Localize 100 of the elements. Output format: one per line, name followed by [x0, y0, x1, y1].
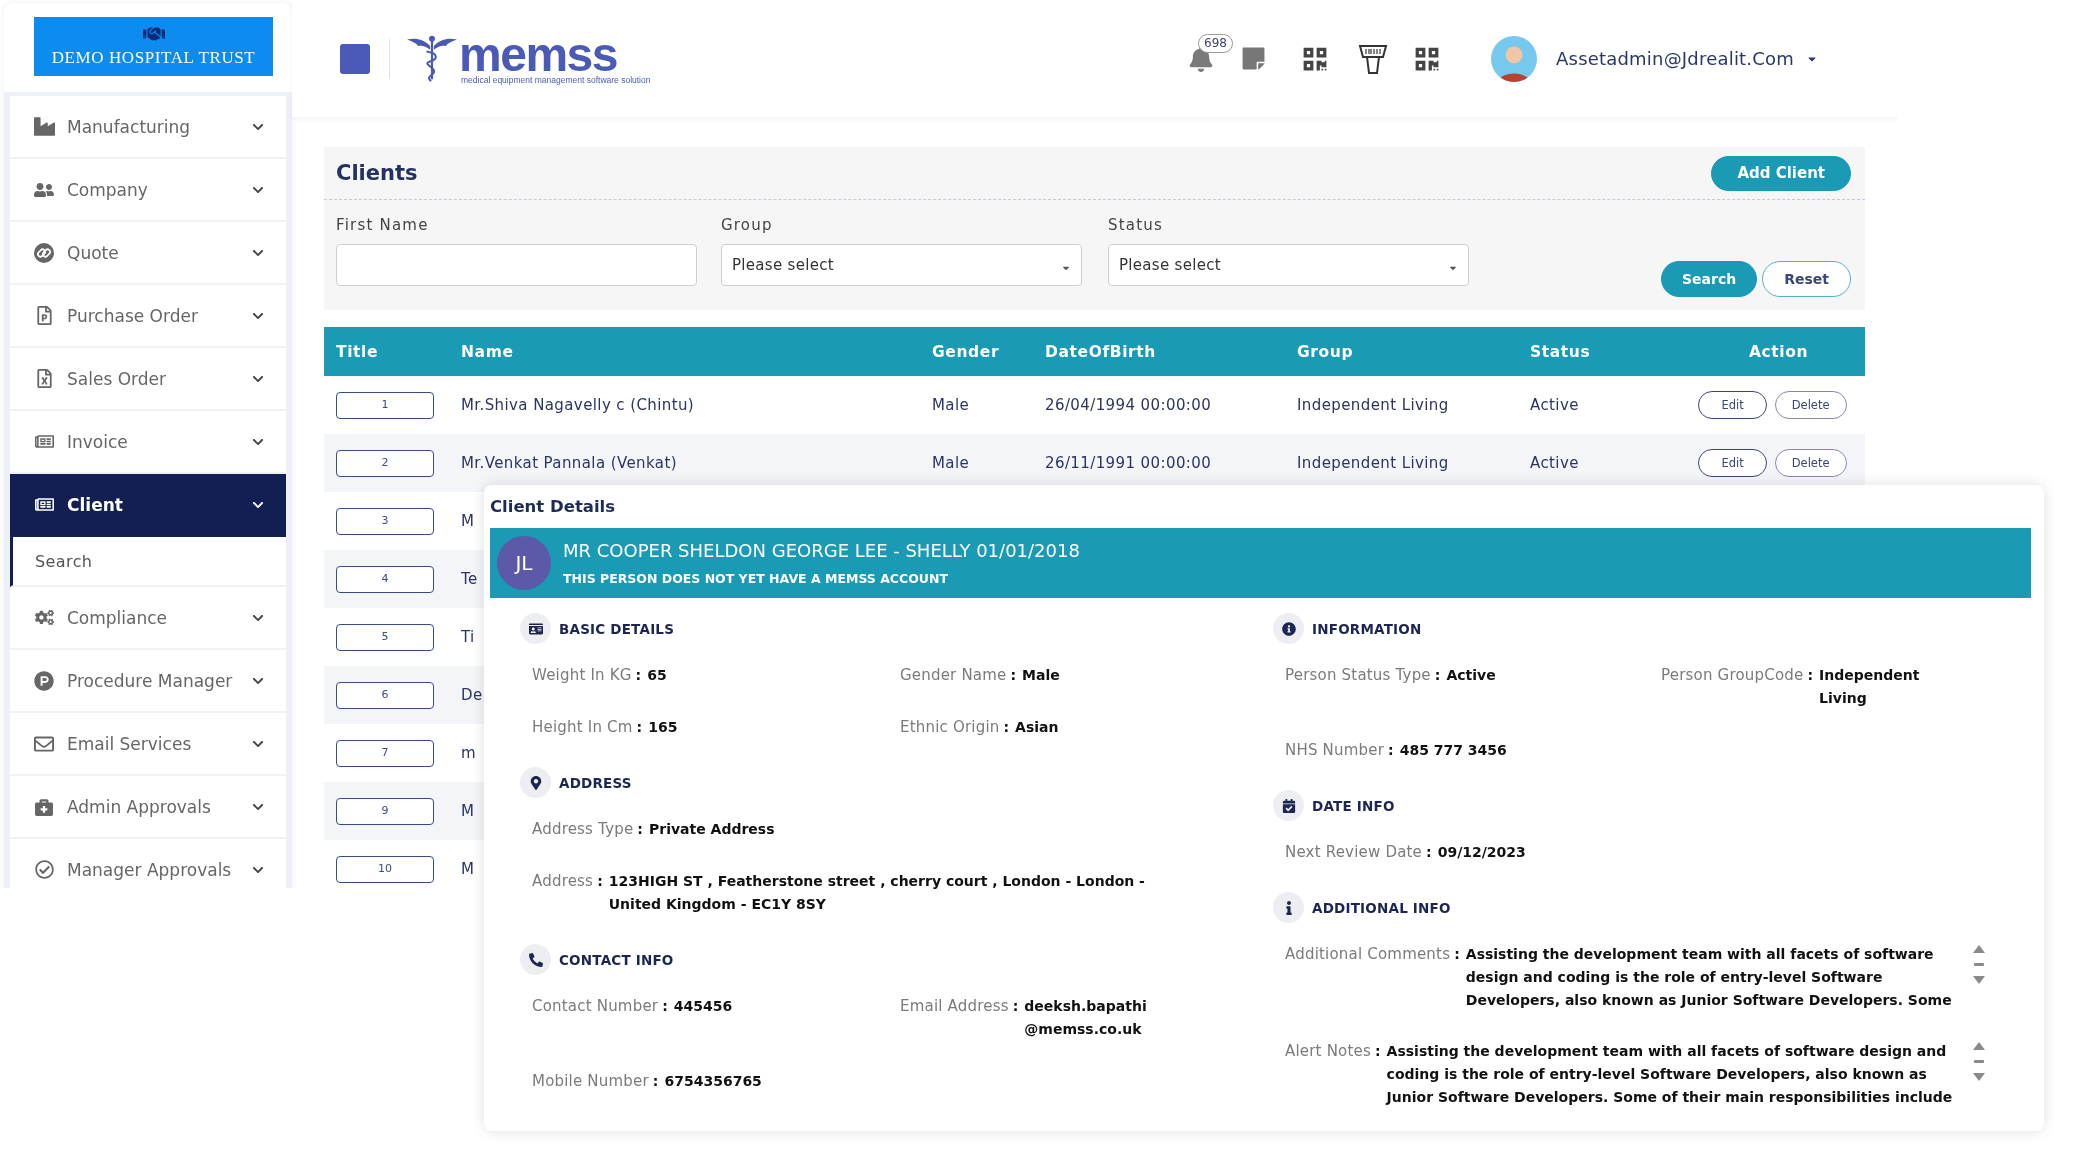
table-cell: Independent Living — [1297, 396, 1449, 414]
brand-name: memss — [459, 35, 617, 75]
field-label: Person Status Type — [1285, 665, 1431, 686]
field-separator: : — [1012, 997, 1019, 1016]
table-cell: M — [461, 802, 475, 820]
field-separator: : — [1434, 666, 1441, 685]
field-label: Mobile Number — [532, 1071, 649, 1092]
field-label: Next Review Date — [1285, 842, 1423, 863]
table-cell: Ti — [461, 628, 475, 646]
sidebar-item[interactable]: Compliance — [10, 587, 286, 650]
field-label: Gender Name — [900, 665, 1007, 686]
field-value: 485 777 3456 — [1399, 741, 1508, 760]
client-name: MR COOPER SHELDON GEORGE LEE - SHELLY 01/01/2018 — [563, 539, 1080, 563]
field-label: NHS Number — [1285, 740, 1385, 761]
reset-button[interactable]: Reset — [1762, 261, 1851, 297]
row-number-button[interactable]: 1 — [336, 391, 434, 419]
sidebar-item[interactable]: Sales Order — [10, 348, 286, 411]
row-number-button[interactable]: 3 — [336, 507, 434, 535]
newspaper-icon — [34, 432, 54, 451]
user-menu-button[interactable]: Assetadmin@Jdrealit.Com — [1556, 48, 1818, 69]
text-field[interactable] — [336, 244, 697, 286]
section-heading: BASIC DETAILS — [559, 620, 675, 637]
select-field[interactable]: Please select — [1108, 244, 1469, 286]
field-value: 445456 — [673, 997, 734, 1016]
sidebar-item[interactable]: Admin Approvals — [10, 776, 286, 839]
row-number-button[interactable]: 5 — [336, 623, 434, 651]
sidebar-item[interactable]: Purchase Order — [10, 285, 286, 348]
field-label: Height In Cm — [532, 717, 633, 738]
edit-button[interactable]: Edit — [1698, 449, 1767, 477]
section-heading: ADDRESS — [559, 774, 632, 791]
row-number-button[interactable]: 6 — [336, 681, 434, 709]
field-label: Address Type — [532, 819, 634, 840]
table-cell: Male — [932, 396, 970, 414]
row-number-button[interactable]: 2 — [336, 449, 434, 477]
row-number-button[interactable]: 9 — [336, 797, 434, 825]
field-separator: : — [597, 872, 603, 891]
sidebar-item[interactable]: Quote — [10, 222, 286, 285]
field-value: 165 — [648, 718, 679, 737]
field-value: Asian — [1015, 718, 1060, 737]
field-label: Additional Comments — [1285, 944, 1451, 965]
field-label: Alert Notes — [1285, 1041, 1371, 1062]
select-field[interactable]: Please select — [721, 244, 1082, 286]
table-cell: Active — [1530, 454, 1579, 472]
field-label: First Name — [336, 216, 430, 234]
column-header: Gender — [931, 342, 1000, 361]
sidebar-item[interactable]: Client — [10, 474, 286, 537]
field-separator: : — [1003, 718, 1010, 737]
field-label: Group — [721, 216, 774, 234]
field-separator: : — [662, 997, 668, 1016]
sidebar-item[interactable]: Procedure Manager — [10, 650, 286, 713]
field-value: deeksh.bapathi@memss.co.uk — [1024, 997, 1148, 1039]
field-separator: : — [1454, 945, 1460, 964]
sidebar-item[interactable]: Invoice — [10, 411, 286, 474]
field-label: Address — [532, 871, 594, 892]
edit-button[interactable]: Edit — [1698, 391, 1767, 419]
table-cell: 26/11/1991 00:00:00 — [1045, 454, 1212, 472]
factory-icon — [33, 116, 55, 137]
table-cell: Te — [461, 570, 478, 588]
field-separator: : — [635, 666, 642, 685]
map-pin-icon — [520, 767, 551, 798]
column-header: Group — [1296, 342, 1354, 361]
field-separator: : — [636, 718, 643, 737]
square-button[interactable] — [340, 43, 370, 74]
column-header: Name — [460, 342, 514, 361]
table-cell: M — [461, 512, 475, 530]
table-cell: 26/04/1994 00:00:00 — [1045, 396, 1212, 414]
field-label: Person GroupCode — [1661, 665, 1804, 686]
table-cell: Male — [932, 454, 970, 472]
row-number-button[interactable]: 7 — [336, 739, 434, 767]
delete-button[interactable]: Delete — [1774, 391, 1847, 419]
section-heading: CONTACT INFO — [559, 951, 674, 968]
qr-code-icon[interactable] — [1414, 45, 1441, 72]
row-number-button[interactable]: 4 — [336, 565, 434, 593]
initials-avatar: JL — [497, 536, 551, 590]
field-separator: : — [1426, 843, 1432, 862]
file-x-icon — [34, 369, 54, 388]
column-header: Action — [1747, 342, 1809, 361]
gears-icon — [34, 608, 54, 627]
barcode-scanner-icon[interactable] — [1358, 42, 1389, 75]
table-cell: M — [461, 860, 475, 878]
field-label: Ethnic Origin — [900, 717, 1000, 738]
note-text: Assisting the development team with all facets of software design and coding is the role of entry-level Software Developers, also known as Junior Software Developers. Some — [1465, 945, 1953, 1010]
field-value: 6754356765 — [664, 1072, 763, 1091]
column-header: Title — [335, 342, 379, 361]
page-title: Clients — [336, 161, 418, 185]
avatar-icon[interactable] — [1491, 35, 1538, 82]
medical-briefcase-icon — [35, 797, 53, 816]
sidebar-subitem[interactable]: Search — [10, 537, 286, 587]
sidebar-item[interactable]: Manager Approvals — [10, 839, 286, 888]
row-number-button[interactable]: 10 — [336, 855, 434, 883]
column-header: Status — [1529, 342, 1591, 361]
sidebar-item[interactable]: Company — [10, 159, 286, 222]
field-separator: : — [637, 820, 643, 839]
sidebar-item[interactable]: Email Services — [10, 713, 286, 776]
link-circle-icon — [34, 242, 54, 263]
sidebar-item[interactable]: Manufacturing — [10, 96, 286, 159]
qr-code-icon[interactable] — [1302, 45, 1329, 72]
delete-button[interactable]: Delete — [1774, 449, 1847, 477]
sticky-note-icon[interactable] — [1241, 46, 1267, 71]
id-card-icon — [520, 613, 551, 644]
